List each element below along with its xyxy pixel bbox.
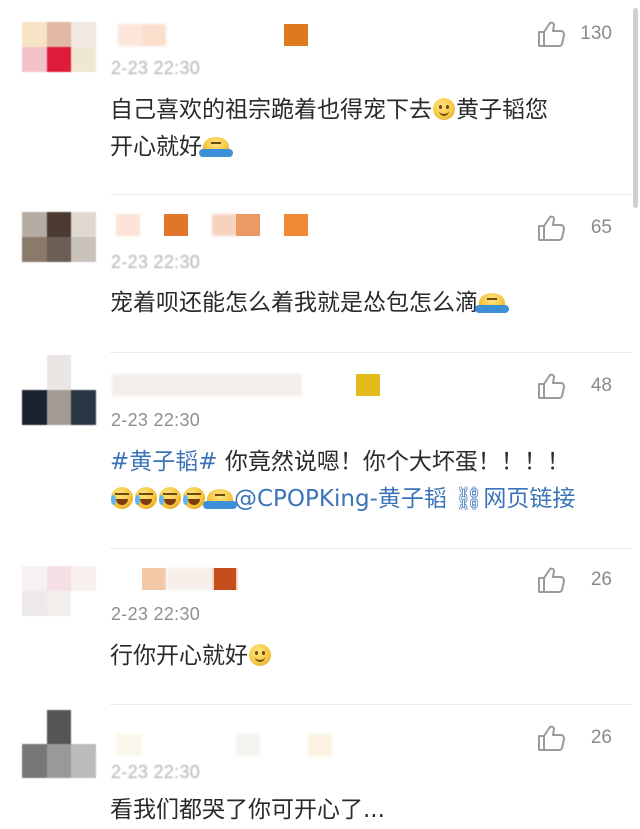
laugh-cry-emoji-icon <box>135 487 157 509</box>
web-link[interactable]: ⛓网页链接 <box>454 486 575 512</box>
divider <box>110 352 632 353</box>
comment-text: 自己喜欢的祖宗跪着也得宠下去 黄子韬您 开心就好 <box>110 97 548 160</box>
like-count: 26 <box>590 727 612 748</box>
comment-text: 行你开心就好 <box>110 638 600 675</box>
scrollbar[interactable] <box>633 8 638 208</box>
thumbs-up-icon <box>538 567 565 593</box>
mention-link[interactable]: @CPOPKing-黄子韬 <box>234 486 447 512</box>
laugh-cry-emoji-icon <box>183 487 205 509</box>
avatar[interactable] <box>22 710 96 778</box>
like-button[interactable]: 130 <box>536 20 612 48</box>
like-count: 130 <box>580 23 612 44</box>
username-blurred[interactable] <box>112 214 322 238</box>
avatar[interactable] <box>22 212 96 262</box>
shrug-emoji-icon <box>475 293 509 313</box>
divider <box>110 548 632 549</box>
laugh-cry-emoji-icon <box>111 487 133 509</box>
username-blurred[interactable] <box>112 568 322 592</box>
thumbs-up-icon <box>538 373 565 399</box>
username-blurred[interactable] <box>112 374 382 398</box>
comment-time: 2-23 22:30 <box>111 410 201 430</box>
username-blurred[interactable] <box>112 734 332 758</box>
username-blurred[interactable] <box>112 24 322 48</box>
smile-emoji-icon <box>249 644 271 666</box>
like-button[interactable]: 65 <box>536 214 612 242</box>
comment-time: 2-23 22:30 <box>111 604 201 624</box>
comment-time: 2-23 22:30 <box>111 58 201 78</box>
comment-text: #黄子韬# 你竟然说嗯！你个大坏蛋！！！！ @CPOPKing-黄子韬 ⛓网页链… <box>110 449 576 512</box>
like-button[interactable]: 48 <box>536 372 612 400</box>
comment-time: 2-23 22:30 <box>111 252 201 272</box>
smile-emoji-icon <box>433 98 455 120</box>
avatar[interactable] <box>22 355 96 425</box>
like-button[interactable]: 26 <box>536 724 612 752</box>
thumbs-up-icon <box>538 215 565 241</box>
like-count: 48 <box>590 375 612 396</box>
comment-text: 看我们都哭了你可开心了... <box>110 797 385 823</box>
comment-text: 宠着呗还能怎么着我就是怂包怎么滴 <box>110 285 600 322</box>
link-icon: ⛓ <box>454 486 484 512</box>
divider <box>110 704 632 705</box>
shrug-emoji-icon <box>199 137 233 157</box>
hashtag-link[interactable]: #黄子韬# <box>110 449 218 475</box>
like-count: 26 <box>590 569 612 590</box>
like-button[interactable]: 26 <box>536 566 612 594</box>
thumbs-up-icon <box>538 725 565 751</box>
comment-time: 2-23 22:30 <box>111 762 201 782</box>
avatar[interactable] <box>22 22 96 72</box>
thumbs-up-icon <box>538 21 565 47</box>
shrug-emoji-icon <box>203 489 237 509</box>
like-count: 65 <box>590 217 612 238</box>
laugh-cry-emoji-icon <box>159 487 181 509</box>
avatar[interactable] <box>22 566 96 616</box>
divider <box>110 194 632 195</box>
